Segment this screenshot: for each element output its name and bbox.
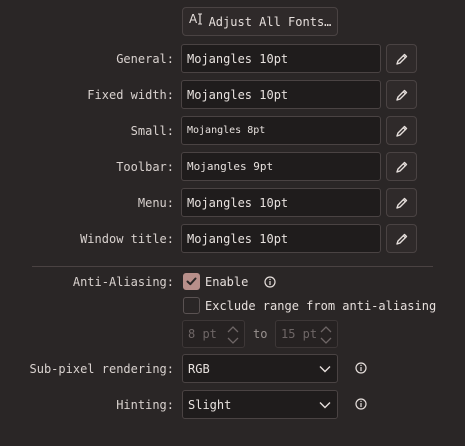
window-title-font-field[interactable]: Mojangles 10pt: [181, 224, 381, 253]
general-font-field[interactable]: Mojangles 10pt: [181, 44, 381, 73]
font-adjust-icon: A: [189, 12, 203, 30]
fixed-width-font-edit-button[interactable]: [386, 80, 417, 109]
pencil-icon: [395, 53, 407, 65]
range-to-spinbox[interactable]: 15 pt: [275, 320, 338, 348]
pencil-icon: [395, 89, 407, 101]
range-from-value: 8 pt: [188, 327, 217, 341]
info-icon[interactable]: [355, 362, 367, 374]
exclude-range-label[interactable]: Exclude range from anti-aliasing: [205, 299, 436, 313]
range-from-spinbox[interactable]: 8 pt: [182, 320, 245, 348]
pencil-icon: [395, 125, 407, 137]
subpixel-rendering-select[interactable]: RGB: [182, 354, 338, 383]
window-title-font-edit-button[interactable]: [386, 224, 417, 253]
section-divider: [32, 266, 433, 267]
antialiasing-enable-label[interactable]: Enable: [205, 275, 248, 289]
exclude-range-checkbox[interactable]: [183, 297, 200, 314]
subpixel-rendering-value: RGB: [188, 361, 210, 376]
hinting-label: Hinting:: [116, 398, 174, 412]
svg-text:A: A: [189, 12, 198, 26]
fixed-width-font-field[interactable]: Mojangles 10pt: [181, 80, 381, 109]
chevron-down-icon: [319, 366, 331, 373]
general-font-label: General:: [116, 52, 174, 66]
menu-font-field[interactable]: Mojangles 10pt: [181, 188, 381, 217]
antialiasing-label: Anti-Aliasing:: [72, 275, 174, 289]
antialiasing-enable-checkbox[interactable]: [183, 273, 200, 290]
menu-font-label: Menu:: [137, 196, 174, 210]
small-font-field[interactable]: Mojangles 8pt: [181, 116, 381, 145]
range-to-value: 15 pt: [281, 327, 318, 341]
spin-arrows-icon[interactable]: [226, 324, 240, 346]
small-font-edit-button[interactable]: [386, 116, 417, 145]
menu-font-edit-button[interactable]: [386, 188, 417, 217]
window-title-font-label: Window title:: [80, 232, 174, 246]
toolbar-font-field[interactable]: Mojangles 9pt: [181, 152, 381, 181]
hinting-select[interactable]: Slight: [182, 390, 338, 419]
general-font-edit-button[interactable]: [386, 44, 417, 73]
info-icon[interactable]: [264, 276, 276, 288]
toolbar-font-label: Toolbar:: [116, 160, 174, 174]
hinting-value: Slight: [188, 397, 232, 412]
adjust-all-fonts-label: Adjust All Fonts…: [208, 14, 332, 29]
adjust-all-fonts-button[interactable]: A Adjust All Fonts…: [182, 7, 338, 36]
spin-arrows-icon[interactable]: [319, 324, 333, 346]
subpixel-rendering-label: Sub-pixel rendering:: [29, 362, 175, 376]
small-font-label: Small:: [130, 124, 174, 138]
pencil-icon: [395, 197, 407, 209]
checkmark-icon: [186, 277, 197, 286]
toolbar-font-edit-button[interactable]: [386, 152, 417, 181]
pencil-icon: [395, 233, 407, 245]
chevron-down-icon: [319, 402, 331, 409]
range-to-label: to: [253, 327, 268, 341]
fixed-width-font-label: Fixed width:: [87, 88, 174, 102]
pencil-icon: [395, 161, 407, 173]
info-icon[interactable]: [355, 398, 367, 410]
